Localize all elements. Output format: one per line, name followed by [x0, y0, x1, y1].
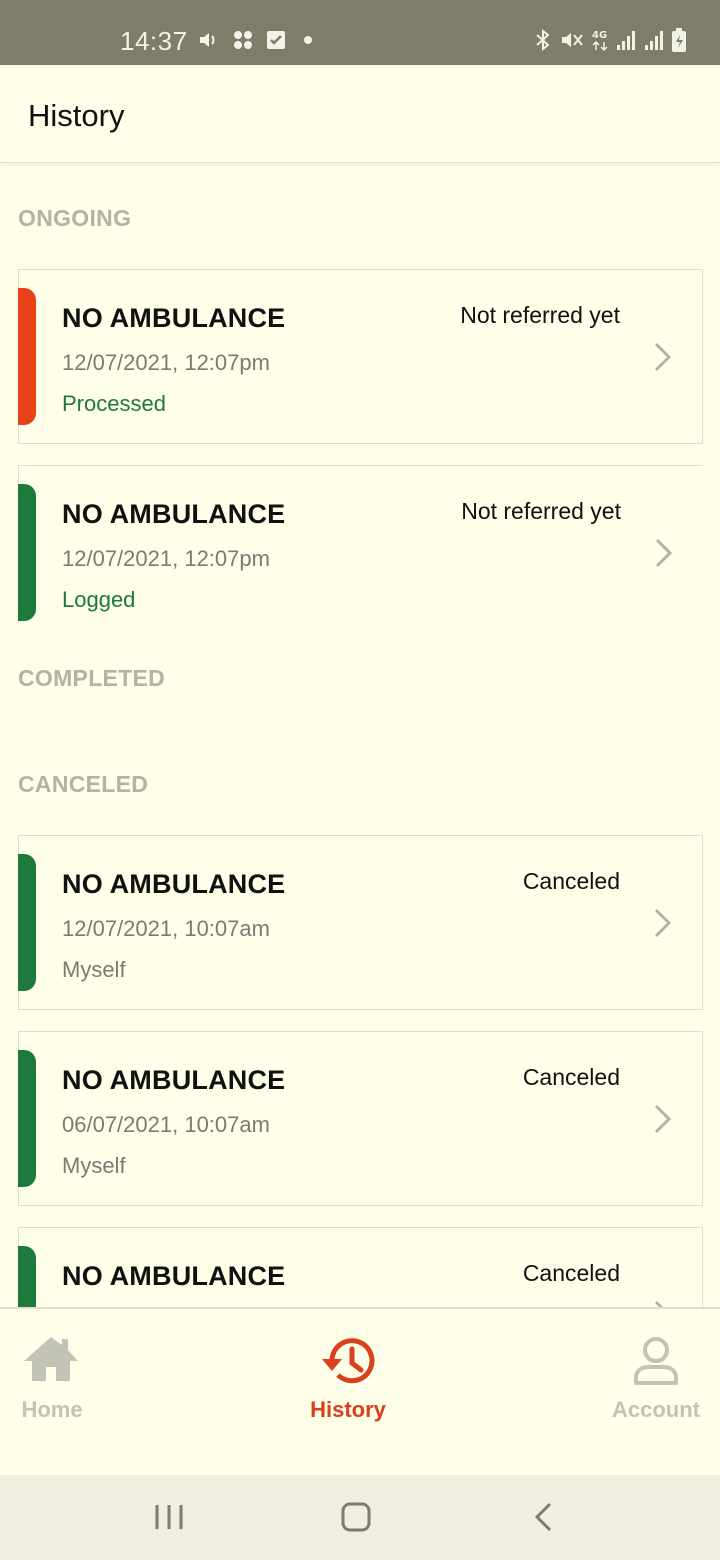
- apps-icon: [234, 31, 252, 49]
- nav-label-home: Home: [21, 1397, 83, 1422]
- check-box-icon: [267, 31, 285, 49]
- card-title: NO AMBULANCE: [62, 869, 286, 899]
- volume-icon: [200, 33, 215, 47]
- status-time: 14:37: [120, 26, 188, 56]
- history-icon: [322, 1338, 375, 1384]
- request-card[interactable]: NO AMBULANCE Not referred yet 12/07/2021…: [18, 269, 703, 444]
- card-date: 12/07/2021, 12:07pm: [62, 546, 270, 571]
- signal-icon: [645, 31, 663, 50]
- card-requester: Myself: [62, 1153, 126, 1178]
- card-title: NO AMBULANCE: [62, 303, 286, 333]
- card-status: Canceled: [522, 1260, 620, 1286]
- status-indicator-bar: [18, 1246, 36, 1307]
- request-card[interactable]: NO AMBULANCE Canceled: [18, 1227, 703, 1307]
- bluetooth-icon: [536, 28, 550, 52]
- signal-icon: [617, 31, 635, 50]
- card-status: Processed: [62, 391, 166, 416]
- app-header: History: [0, 65, 720, 163]
- section-title-completed: COMPLETED: [18, 665, 166, 691]
- bottom-nav: Home History Account: [0, 1307, 720, 1475]
- nav-label-history: History: [310, 1397, 386, 1422]
- card-status: Canceled: [522, 868, 620, 894]
- referral-status: Not referred yet: [461, 498, 621, 524]
- mute-icon: [562, 33, 583, 47]
- history-list[interactable]: ONGOING NO AMBULANCE Not referred yet 12…: [0, 163, 720, 1307]
- nav-item-home[interactable]: Home: [12, 1309, 92, 1429]
- back-icon[interactable]: [530, 1501, 558, 1533]
- status-indicator-bar: [18, 1050, 36, 1187]
- dot-icon: [304, 36, 312, 44]
- section-title-ongoing: ONGOING: [18, 205, 132, 231]
- card-title: NO AMBULANCE: [62, 1261, 286, 1291]
- page-title: History: [28, 98, 125, 133]
- home-icon: [24, 1337, 78, 1381]
- card-date: 06/07/2021, 10:07am: [62, 1112, 270, 1137]
- card-title: NO AMBULANCE: [62, 1065, 286, 1095]
- svg-text:4G: 4G: [592, 30, 607, 41]
- card-title: NO AMBULANCE: [62, 499, 286, 529]
- status-indicator-bar: [18, 854, 36, 991]
- chevron-right-icon: [654, 1104, 672, 1134]
- chevron-right-icon: [655, 538, 673, 568]
- home-button-icon[interactable]: [340, 1501, 372, 1533]
- nav-item-history[interactable]: History: [298, 1309, 398, 1429]
- chevron-right-icon: [654, 342, 672, 372]
- battery-charging-icon: [672, 28, 686, 52]
- chevron-right-icon: [654, 908, 672, 938]
- card-date: 12/07/2021, 10:07am: [62, 916, 270, 941]
- card-status: Logged: [62, 587, 136, 612]
- status-indicator-bar: [18, 484, 36, 621]
- referral-status: Not referred yet: [460, 302, 620, 328]
- system-navigation-bar: [0, 1475, 720, 1560]
- request-card[interactable]: NO AMBULANCE Canceled 12/07/2021, 10:07a…: [18, 835, 703, 1010]
- section-title-canceled: CANCELED: [18, 771, 149, 797]
- 4g-icon: 4G: [592, 30, 608, 52]
- request-card[interactable]: NO AMBULANCE Canceled 06/07/2021, 10:07a…: [18, 1031, 703, 1206]
- chevron-right-icon: [654, 1300, 664, 1307]
- account-icon: [634, 1337, 678, 1385]
- card-status: Canceled: [522, 1064, 620, 1090]
- status-bar: 14:37 4G: [0, 0, 720, 65]
- recent-apps-icon[interactable]: [154, 1501, 184, 1533]
- card-requester: Myself: [62, 957, 126, 982]
- nav-item-account[interactable]: Account: [606, 1309, 706, 1429]
- status-indicator-bar: [18, 288, 36, 425]
- nav-label-account: Account: [612, 1397, 700, 1422]
- card-date: 12/07/2021, 12:07pm: [62, 350, 270, 375]
- request-card[interactable]: NO AMBULANCE Not referred yet 12/07/2021…: [18, 465, 703, 623]
